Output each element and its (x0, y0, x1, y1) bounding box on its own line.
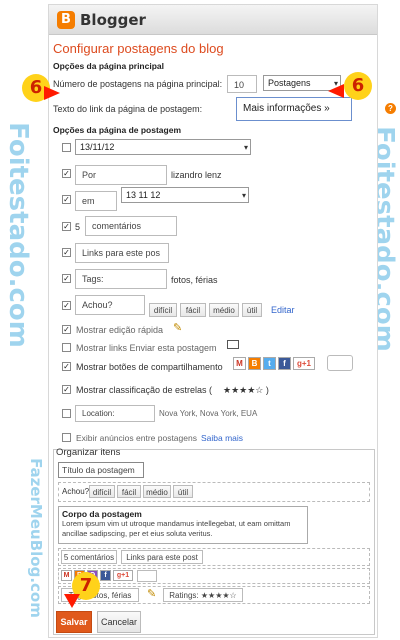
organize-reactions-row[interactable]: Achou? difícil fácil médio útil (58, 482, 370, 502)
email-links-label: Mostrar links Enviar esta postagem (76, 343, 217, 353)
author-prefix-input[interactable]: Por (75, 165, 167, 185)
ads-learn-more-link[interactable]: Saiba mais (201, 433, 243, 443)
reaction-useful[interactable]: útil (242, 303, 262, 317)
organize-ratings: Ratings: ★★★★☆ (163, 588, 243, 602)
location-sample: Nova York, Nova York, EUA (159, 409, 258, 418)
time-checkbox[interactable]: ✓ (62, 195, 71, 204)
share-buttons-label: Mostrar botões de compartilhamento (76, 362, 223, 372)
annotation-arrow-right (328, 84, 344, 98)
gmail-share-icon[interactable]: M (233, 357, 246, 370)
posts-unit-value: Postagens (268, 78, 311, 88)
annotation-arrow-left (44, 86, 60, 100)
organize-plusone-box (137, 570, 157, 582)
tags-checkbox[interactable]: ✓ (62, 274, 71, 283)
time-prefix-input[interactable]: em (75, 191, 117, 211)
settings-panel: B Blogger Configurar postagens do blog O… (48, 4, 396, 638)
organize-post-body[interactable]: Corpo da postagem Lorem ipsum vim ut utr… (58, 506, 308, 544)
cancel-button[interactable]: Cancelar (97, 611, 141, 633)
comments-count: 5 (75, 222, 81, 232)
author-checkbox[interactable]: ✓ (62, 169, 71, 178)
tags-label-input[interactable]: Tags: (75, 269, 167, 289)
link-text-label: Texto do link da página de postagem: (53, 104, 203, 114)
location-checkbox[interactable] (62, 409, 71, 418)
brand-name: Blogger (80, 11, 146, 29)
date-value: 13/11/12 (80, 142, 115, 152)
twitter-share-icon[interactable]: t (263, 357, 276, 370)
author-name: lizandro lenz (171, 170, 222, 180)
organize-comments: 5 comentários (61, 550, 117, 564)
organize-body-title: Corpo da postagem (62, 509, 142, 519)
organize-post-title[interactable]: Título da postagem (58, 462, 144, 478)
watermark-bottom: FazerMeuBlog.com (27, 458, 45, 618)
reactions-label-input[interactable]: Achou? (75, 295, 145, 315)
organize-reaction-difficult: difícil (89, 485, 115, 498)
link-text-input[interactable]: Mais informações » (236, 97, 352, 121)
ads-label: Exibir anúncios entre postagens (76, 433, 197, 443)
edit-reactions-link[interactable]: Editar (271, 305, 295, 315)
posts-count-input[interactable]: 10 (227, 75, 257, 93)
organize-reaction-easy: fácil (117, 485, 141, 498)
organize-gplus-icon: g+1 (113, 570, 133, 581)
comments-label-input[interactable]: comentários (85, 216, 177, 236)
quick-edit-checkbox[interactable]: ✓ (62, 325, 71, 334)
annotation-badge-6-right: 6 (344, 72, 372, 100)
organize-items-box: Organizar itens Título da postagem Achou… (53, 447, 375, 635)
post-section-title: Opções da página de postagem (53, 125, 182, 135)
watermark-left: Foitestado.com (3, 122, 33, 348)
location-label-input[interactable]: Location: (75, 405, 155, 422)
save-button[interactable]: Salvar (56, 611, 92, 633)
gplus-share-icon[interactable]: g+1 (293, 357, 315, 370)
organize-title: Organizar itens (56, 447, 121, 458)
date-format-select[interactable]: 13/11/12 ▾ (75, 139, 251, 155)
blogger-share-icon[interactable]: B (248, 357, 261, 370)
ads-checkbox[interactable] (62, 433, 71, 442)
star-ratings-label: Mostrar classificação de estrelas ( (76, 385, 213, 395)
facebook-share-icon[interactable]: f (278, 357, 291, 370)
time-value: 13 11 12 (126, 190, 161, 200)
reactions-checkbox[interactable]: ✓ (62, 301, 71, 310)
email-links-checkbox[interactable] (62, 343, 71, 352)
organize-reactions-label: Achou? (62, 487, 90, 496)
organize-body-text: Lorem ipsum vim ut utroque mandamus inte… (62, 519, 291, 538)
chevron-down-icon: ▾ (243, 143, 248, 152)
organize-gmail-icon: M (61, 570, 72, 581)
posts-count-label: Número de postagens na página principal: (53, 79, 223, 89)
date-checkbox[interactable] (62, 143, 71, 152)
annotation-arrow-bottom (64, 594, 80, 608)
page-title: Configurar postagens do blog (53, 41, 224, 56)
star-ratings-checkbox[interactable]: ✓ (62, 385, 71, 394)
organize-footer-row-3[interactable]: Tags: fotos, férias ✎ Ratings: ★★★★☆ (58, 586, 370, 604)
organize-footer-row-1[interactable]: 5 comentários Links para este post (58, 548, 370, 566)
time-format-select[interactable]: 13 11 12 ▾ (121, 187, 249, 203)
stars-sample: ★★★★☆ ) (223, 385, 269, 395)
backlinks-checkbox[interactable]: ✓ (62, 248, 71, 257)
pencil-icon: ✎ (173, 322, 183, 334)
backlinks-label-input[interactable]: Links para este pos (75, 243, 169, 263)
email-post-icon (227, 340, 239, 349)
help-icon[interactable]: ? (385, 103, 396, 114)
top-bar: B Blogger (49, 5, 377, 35)
chevron-down-icon: ▾ (241, 191, 246, 200)
organize-links: Links para este post (121, 550, 203, 564)
reaction-medium[interactable]: médio (209, 303, 239, 317)
main-section-title: Opções da página principal (53, 61, 164, 71)
reaction-easy[interactable]: fácil (180, 303, 206, 317)
organize-footer-row-2[interactable]: M B O f g+1 (58, 568, 370, 584)
quick-edit-label: Mostrar edição rápida (76, 325, 164, 335)
reaction-difficult[interactable]: difícil (149, 303, 177, 317)
organize-pencil-icon: ✎ (147, 588, 157, 600)
organize-facebook-icon: f (100, 570, 111, 581)
plusone-count-box (327, 355, 353, 371)
tags-sample: fotos, férias (171, 275, 218, 285)
comments-checkbox[interactable]: ✓ (62, 222, 71, 231)
organize-reaction-useful: útil (173, 485, 193, 498)
organize-reaction-medium: médio (143, 485, 171, 498)
share-buttons-checkbox[interactable]: ✓ (62, 362, 71, 371)
blogger-logo-icon: B (57, 11, 75, 29)
